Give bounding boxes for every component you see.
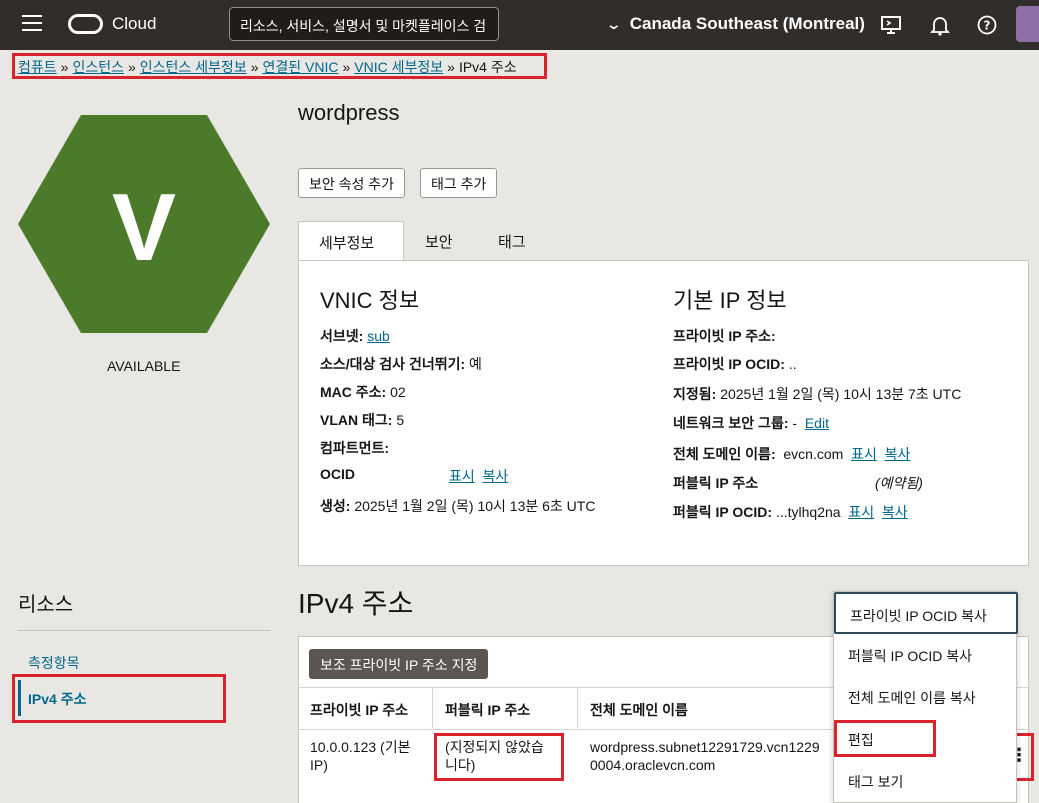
notifications-bell-icon[interactable] bbox=[929, 14, 951, 36]
public-ip-row: 퍼블릭 IP 주소 bbox=[673, 473, 758, 493]
public-ip-cell-highlight bbox=[434, 733, 564, 781]
compartment-row: 컴파트먼트: bbox=[320, 438, 389, 458]
user-avatar[interactable] bbox=[1016, 6, 1039, 42]
breadcrumb-highlight bbox=[12, 53, 547, 79]
status-label: AVAILABLE bbox=[107, 358, 181, 374]
skip-check-row: 소스/대상 검사 건너뛰기: 예 bbox=[320, 354, 482, 374]
ip-info-heading: 기본 IP 정보 bbox=[673, 288, 787, 313]
menu-item-view-tags[interactable]: 태그 보기 bbox=[834, 760, 1018, 802]
fqdn-copy-link[interactable]: 복사 bbox=[885, 446, 911, 462]
skip-check-value: 예 bbox=[469, 356, 482, 372]
menu-item-copy-private-ocid[interactable]: 프라이빗 IP OCID 복사 bbox=[834, 592, 1018, 634]
search-input[interactable]: 리소스, 서비스, 설명서 및 마켓플레이스 검 bbox=[229, 7, 499, 41]
brand-label[interactable]: Cloud bbox=[112, 14, 156, 34]
help-icon[interactable]: ? bbox=[976, 14, 998, 36]
ocid-actions: 표시 복사 bbox=[449, 466, 508, 486]
created-value: 2025년 1월 2일 (목) 10시 13분 6초 UTC bbox=[354, 498, 596, 514]
resources-divider bbox=[18, 630, 270, 631]
subnet-label: 서브넷: bbox=[320, 328, 364, 344]
vlan-label: VLAN 태그: bbox=[320, 412, 393, 428]
ocid-label: OCID bbox=[320, 466, 355, 482]
menu-item-copy-public-ocid[interactable]: 퍼블릭 IP OCID 복사 bbox=[834, 634, 1018, 676]
public-ip-label: 퍼블릭 IP 주소 bbox=[673, 475, 759, 491]
ocid-copy-link[interactable]: 복사 bbox=[483, 468, 509, 484]
assigned-value: 2025년 1월 2일 (목) 10시 13분 7초 UTC bbox=[720, 386, 962, 402]
public-ocid-value: ...tylhq2na bbox=[775, 504, 841, 520]
resources-title: 리소스 bbox=[18, 594, 74, 616]
region-selector[interactable]: ⌄ Canada Southeast (Montreal) bbox=[605, 14, 865, 34]
mac-label: MAC 주소: bbox=[320, 384, 387, 400]
fqdn-show-link[interactable]: 표시 bbox=[851, 446, 877, 462]
tab-details[interactable]: 세부정보 bbox=[298, 221, 404, 261]
cloud-shell-icon[interactable] bbox=[880, 14, 902, 36]
svg-text:?: ? bbox=[984, 19, 991, 33]
details-panel: VNIC 정보 기본 IP 정보 서브넷: sub 소스/대상 검사 건너뛰기:… bbox=[298, 260, 1029, 566]
cell-fqdn: wordpress.subnet12291729.vcn12290004.ora… bbox=[590, 739, 820, 773]
column-header-fqdn[interactable]: 전체 도메인 이름 bbox=[578, 688, 833, 728]
sidebar-item-metrics[interactable]: 측정항목 bbox=[28, 653, 80, 673]
hamburger-menu-icon[interactable] bbox=[22, 15, 42, 31]
private-ip-row: 프라이빗 IP 주소: bbox=[673, 326, 776, 346]
cell-private-ip: 10.0.0.123 (기본 IP) bbox=[310, 739, 411, 773]
column-header-public-ip[interactable]: 퍼블릭 IP 주소 bbox=[433, 688, 578, 728]
compartment-label: 컴파트먼트: bbox=[320, 440, 390, 456]
add-security-attribute-button[interactable]: 보안 속성 추가 bbox=[298, 168, 406, 198]
private-ocid-label: 프라이빗 IP OCID: bbox=[673, 356, 785, 372]
vnic-resource-icon: V bbox=[18, 115, 270, 333]
public-ocid-show-link[interactable]: 표시 bbox=[848, 504, 874, 520]
nsg-edit-link[interactable]: Edit bbox=[805, 415, 829, 431]
top-navigation-bar: Cloud 리소스, 서비스, 설명서 및 마켓플레이스 검 ⌄ Canada S… bbox=[0, 0, 1039, 50]
assigned-label: 지정됨: bbox=[673, 386, 717, 402]
vnic-info-heading: VNIC 정보 bbox=[320, 288, 420, 313]
fqdn-row: 전체 도메인 이름: evcn.com 표시 복사 bbox=[673, 444, 910, 464]
mac-row: MAC 주소: 02 bbox=[320, 382, 406, 402]
nsg-label: 네트워크 보안 그룹: bbox=[673, 415, 789, 431]
assigned-row: 지정됨: 2025년 1월 2일 (목) 10시 13분 7초 UTC bbox=[673, 384, 961, 404]
page-title: wordpress bbox=[298, 100, 400, 125]
nsg-value: - bbox=[792, 415, 798, 431]
fqdn-label: 전체 도메인 이름: bbox=[673, 446, 776, 462]
private-ocid-row: 프라이빗 IP OCID: .. bbox=[673, 354, 797, 374]
mac-value: 02 bbox=[390, 384, 406, 400]
tab-tags[interactable]: 태그 bbox=[478, 221, 546, 261]
column-header-private-ip[interactable]: 프라이빗 IP 주소 bbox=[298, 688, 433, 728]
ipv4-section-title: IPv4 주소 bbox=[298, 588, 414, 619]
subnet-link[interactable]: sub bbox=[367, 328, 390, 344]
private-ocid-value: .. bbox=[788, 356, 797, 372]
skip-check-label: 소스/대상 검사 건너뛰기: bbox=[320, 356, 466, 372]
nsg-row: 네트워크 보안 그룹: - Edit bbox=[673, 413, 829, 433]
created-label: 생성: bbox=[320, 498, 351, 514]
menu-item-copy-fqdn[interactable]: 전체 도메인 이름 복사 bbox=[834, 676, 1018, 718]
row-actions-menu: 프라이빗 IP OCID 복사 퍼블릭 IP OCID 복사 전체 도메인 이름… bbox=[833, 591, 1018, 803]
vlan-row: VLAN 태그: 5 bbox=[320, 410, 404, 430]
oracle-logo-icon[interactable] bbox=[68, 14, 103, 34]
fqdn-value: evcn.com bbox=[783, 446, 844, 462]
add-tag-button[interactable]: 태그 추가 bbox=[420, 168, 498, 198]
public-ocid-copy-link[interactable]: 복사 bbox=[882, 504, 908, 520]
subnet-row: 서브넷: sub bbox=[320, 326, 390, 346]
chevron-down-icon: ⌄ bbox=[605, 16, 623, 32]
public-ip-value: (예약됨) bbox=[875, 475, 923, 491]
public-ocid-label: 퍼블릭 IP OCID: bbox=[673, 504, 773, 520]
edit-item-highlight bbox=[834, 720, 936, 757]
ocid-show-link[interactable]: 표시 bbox=[449, 468, 475, 484]
vlan-value: 5 bbox=[396, 412, 405, 428]
tab-security[interactable]: 보안 bbox=[405, 221, 473, 261]
sidebar-ipv4-highlight bbox=[12, 674, 226, 723]
private-ip-label: 프라이빗 IP 주소: bbox=[673, 328, 776, 344]
region-label: Canada Southeast (Montreal) bbox=[629, 14, 865, 33]
public-ocid-row: 퍼블릭 IP OCID: ...tylhq2na 표시 복사 bbox=[673, 502, 908, 522]
assign-secondary-ip-button[interactable]: 보조 프라이빗 IP 주소 지정 bbox=[309, 649, 489, 679]
ocid-row: OCID bbox=[320, 466, 355, 482]
resource-icon-letter: V bbox=[112, 174, 176, 281]
created-row: 생성: 2025년 1월 2일 (목) 10시 13분 6초 UTC bbox=[320, 496, 595, 516]
